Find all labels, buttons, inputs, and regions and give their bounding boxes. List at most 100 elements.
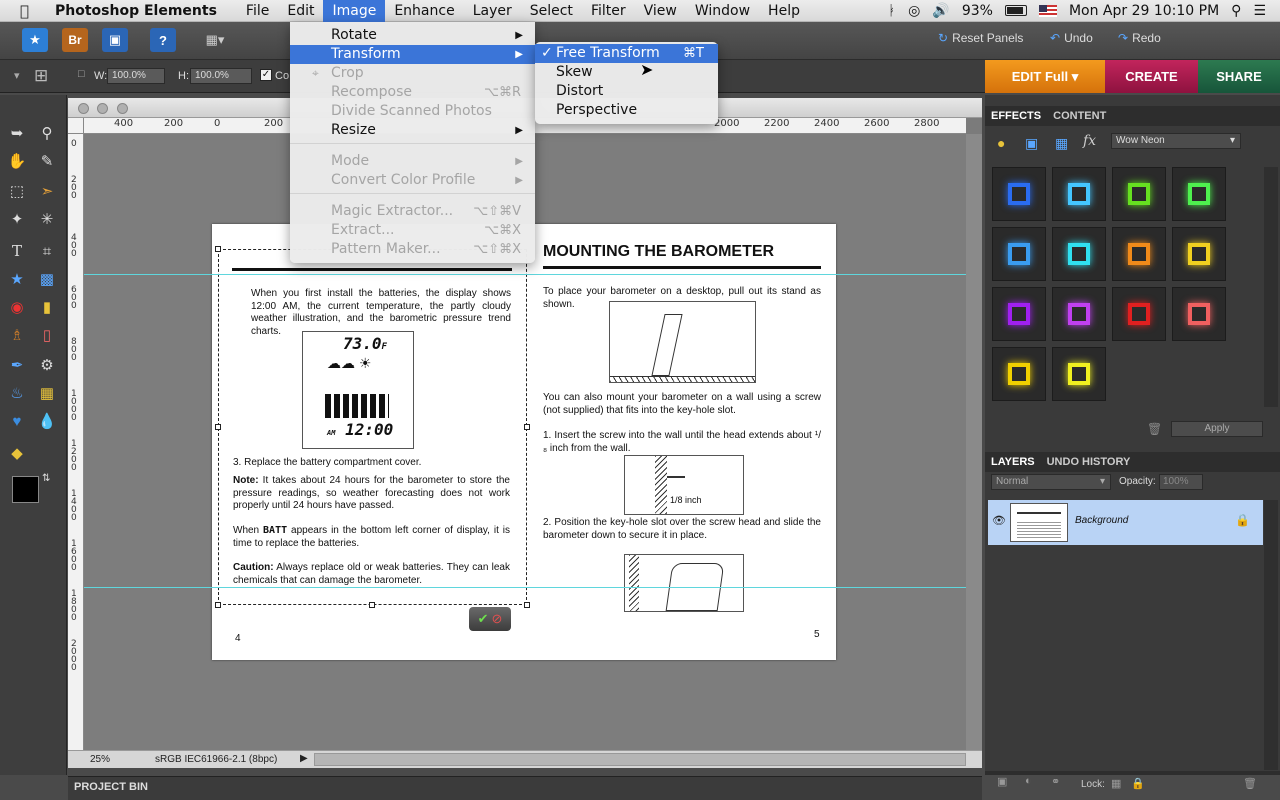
transform-item-skew[interactable]: Skew [535,63,718,82]
transform-handle[interactable] [215,602,221,608]
delete-layer-icon[interactable]: 🗑 [1243,777,1257,790]
lasso-tool-icon[interactable]: ➣ [36,180,58,202]
vertical-scrollbar[interactable] [966,134,982,750]
move-tool-icon[interactable]: ➥ [6,122,28,144]
apple-icon[interactable]:  [20,2,42,20]
transform-handle[interactable] [524,424,530,430]
close-icon[interactable] [78,103,89,114]
menu-select[interactable]: Select [521,0,582,22]
zoom-icon[interactable] [117,103,128,114]
layer-styles-icon[interactable]: ▣ [1025,135,1038,152]
horizontal-scrollbar[interactable] [314,753,966,766]
menu-help[interactable]: Help [759,0,809,22]
menu-enhance[interactable]: Enhance [385,0,463,22]
transform-handle[interactable] [215,246,221,252]
image-menu-item-rotate[interactable]: Rotate ▶ [290,26,535,45]
flag-icon[interactable] [1038,4,1057,17]
zoom-tool-icon[interactable]: ⚲ [36,122,58,144]
battery-icon[interactable] [1004,5,1027,16]
type-tool-icon[interactable]: T [6,240,28,262]
swap-colors-icon[interactable]: ⇅ [42,473,50,484]
transform-handle[interactable] [215,424,221,430]
tab-edit[interactable]: EDIT Full ▾ [985,60,1105,93]
save-icon[interactable]: ▣ [102,28,128,52]
effect-swatch[interactable] [1052,347,1106,401]
menu-image[interactable]: Image [323,0,386,22]
photo-effects-icon[interactable]: ▦ [1055,135,1068,152]
transform-item-perspective[interactable]: Perspective [535,101,718,120]
menu-view[interactable]: View [635,0,686,22]
transform-bounding-box[interactable] [218,249,527,605]
effect-swatch[interactable] [1172,227,1226,281]
healing-brush-tool-icon[interactable]: ▮ [36,296,58,318]
quick-selection-tool-icon[interactable]: ✳ [36,208,58,230]
opacity-field[interactable]: 100% [1159,474,1203,490]
blur-tool-icon[interactable]: 💧 [36,410,58,432]
menu-filter[interactable]: Filter [582,0,635,22]
tab-create[interactable]: CREATE [1105,60,1198,93]
image-menu-item-transform[interactable]: Transform ▶ [290,45,535,64]
transform-item-distort[interactable]: Distort [535,82,718,101]
new-layer-icon[interactable]: ▣ [997,775,1007,788]
visibility-eye-icon[interactable]: 👁 [992,514,1006,527]
clone-stamp-tool-icon[interactable]: ♗ [6,324,28,346]
commit-check-icon[interactable]: ✔ [478,612,489,626]
magic-wand-tool-icon[interactable]: ✦ [6,208,28,230]
paint-bucket-tool-icon[interactable]: ♨ [6,382,28,404]
scanned-document-image[interactable]: When you first install the batteries, th… [212,224,836,660]
tab-share[interactable]: SHARE [1198,60,1280,93]
menu-edit[interactable]: Edit [278,0,323,22]
smart-brush-tool-icon[interactable]: ⚙ [36,354,58,376]
reset-panels-button[interactable]: ↻ Reset Panels [938,31,1023,45]
height-field[interactable]: 100.0% [190,68,252,84]
layout-icon[interactable]: ▦▾ [197,28,233,52]
effect-swatch[interactable] [992,167,1046,221]
constrain-checkbox[interactable]: ✓ [260,69,272,81]
cancel-icon[interactable]: ⊘ [492,612,503,626]
hand-tool-icon[interactable]: ✋ [6,150,28,172]
effects-scrollbar[interactable] [1264,167,1278,407]
gradient-tool-icon[interactable]: ▦ [36,382,58,404]
crop-tool-icon[interactable]: ⌗ [36,240,58,262]
straighten-tool-icon[interactable]: ▩ [36,268,58,290]
layer-name[interactable]: Background [1075,515,1128,526]
project-bin[interactable]: PROJECT BIN [68,776,982,800]
bridge-button[interactable]: Br [62,28,88,52]
vertical-ruler[interactable]: 0 200 400 600 800 1000 1200 1400 1600 18… [68,134,84,750]
effect-swatch[interactable] [1172,287,1226,341]
tab-content[interactable]: CONTENT [1047,110,1112,122]
minimize-icon[interactable] [97,103,108,114]
lock-all-icon[interactable]: 🔒 [1131,777,1145,790]
tab-undo-history[interactable]: UNDO HISTORY [1041,456,1137,468]
layers-scrollbar[interactable] [1264,500,1278,770]
brush-tool-icon[interactable]: ✒ [6,354,28,376]
menu-file[interactable]: File [237,0,278,22]
clock[interactable]: Mon Apr 29 10:10 PM [1069,3,1219,19]
effect-swatch[interactable] [992,227,1046,281]
effect-swatch[interactable] [992,347,1046,401]
transform-handle[interactable] [369,602,375,608]
layer-row-background[interactable]: 👁 Background 🔒 [988,500,1263,545]
guide-line[interactable] [84,274,966,275]
filters-icon[interactable]: ● [997,135,1005,151]
effect-swatch[interactable] [1052,287,1106,341]
app-name[interactable]: Photoshop Elements [55,3,217,19]
width-field[interactable]: 100.0% [107,68,165,84]
notification-center-icon[interactable]: ☰ [1253,3,1266,19]
eraser-tool-icon[interactable]: ▯ [36,324,58,346]
style-select[interactable]: Wow Neon ▾ [1111,133,1241,149]
fx-icon[interactable]: fx [1083,133,1096,149]
menu-window[interactable]: Window [686,0,759,22]
battery-percent[interactable]: 93% [962,3,993,19]
effect-swatch[interactable] [1052,167,1106,221]
new-file-icon[interactable]: ★ [22,28,48,52]
adjustment-layer-icon[interactable]: ◐ [1025,775,1032,787]
foreground-color-swatch[interactable] [12,476,39,503]
effect-swatch[interactable] [1172,167,1226,221]
eyedropper-tool-icon[interactable]: ✎ [36,150,58,172]
effect-swatch[interactable] [1112,287,1166,341]
spotlight-icon[interactable]: ⚲ [1231,3,1241,19]
bluetooth-icon[interactable]: ᛓ [888,3,896,19]
tab-effects[interactable]: EFFECTS [985,110,1047,122]
image-menu-item-resize[interactable]: Resize ▶ [290,121,535,140]
